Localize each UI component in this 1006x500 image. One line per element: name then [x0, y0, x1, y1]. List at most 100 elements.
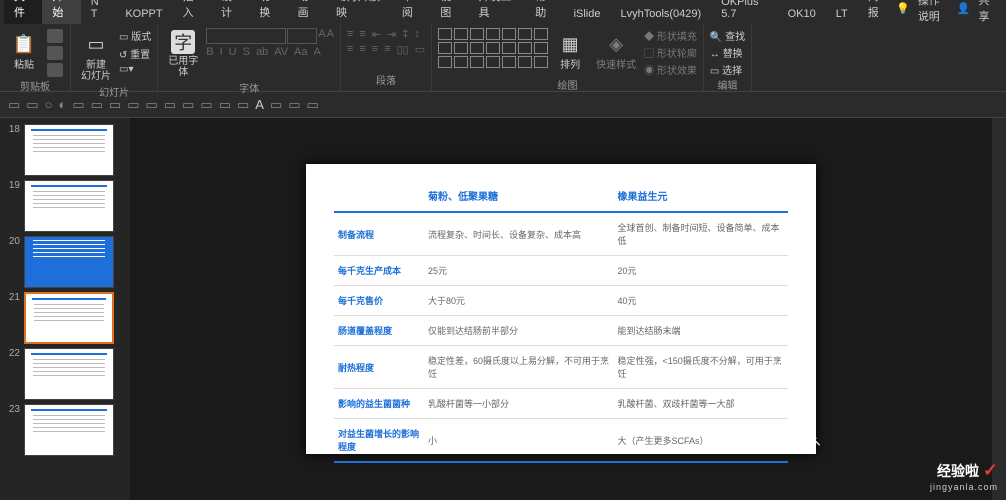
align-left-icon[interactable]: ≡ — [347, 43, 353, 56]
bold-icon[interactable]: B — [206, 46, 213, 58]
reset-button[interactable]: ↺ 重置 — [119, 46, 151, 61]
qt-icon[interactable]: ▭ — [91, 97, 103, 113]
format-painter-icon[interactable] — [47, 63, 63, 77]
underline-icon[interactable]: U — [229, 46, 237, 58]
tab-help[interactable]: 帮助 — [525, 0, 563, 24]
tab-slideshow[interactable]: 幻灯片放映 — [326, 0, 392, 24]
section-button[interactable]: ▭▾ — [119, 64, 151, 75]
qt-icon[interactable]: ▭ — [146, 97, 158, 113]
used-font-button[interactable]: 字 已用字 体 — [164, 28, 202, 80]
vertical-scrollbar[interactable] — [992, 118, 1006, 500]
qt-icon[interactable]: ◐ — [58, 97, 66, 112]
thumb-preview[interactable] — [24, 236, 114, 288]
thumb-item[interactable]: 20 — [0, 234, 130, 290]
paste-button[interactable]: 📋 粘贴 — [6, 28, 42, 73]
smartart-icon[interactable]: ▭ — [415, 43, 425, 56]
slide-canvas[interactable]: 菊粉、低聚果糖橡果益生元 制备流程流程复杂、时间长、设备复杂、成本高全球首创、制… — [130, 118, 992, 500]
tab-koppt[interactable]: KOPPT — [115, 4, 172, 24]
align-right-icon[interactable]: ≡ — [372, 43, 378, 56]
decrease-font-icon[interactable]: A — [327, 28, 334, 44]
tab-islide[interactable]: iSlide — [564, 4, 611, 24]
shape-outline-button[interactable]: ▢ 形状轮廓 — [644, 45, 697, 60]
find-button[interactable]: 🔍 查找 — [710, 28, 745, 43]
tab-lvyh[interactable]: LvyhTools(0429) — [610, 4, 711, 24]
shadow-icon[interactable]: ab — [256, 46, 268, 58]
shape-effects-button[interactable]: ◉ 形状效果 — [644, 62, 697, 77]
tab-start[interactable]: 开始 — [42, 0, 80, 24]
strike-icon[interactable]: S — [243, 46, 250, 58]
case-icon[interactable]: Aa — [294, 46, 307, 58]
qt-icon[interactable]: ▭ — [200, 97, 212, 113]
new-slide-button[interactable]: ▭ 新建 幻灯片 — [77, 28, 115, 84]
thumb-preview[interactable] — [24, 292, 114, 344]
shape-fill-button[interactable]: ◆ 形状填充 — [644, 28, 697, 43]
row-header: 制备流程 — [334, 212, 424, 256]
tab-dev[interactable]: 开发工具 — [469, 0, 526, 24]
thumb-preview[interactable] — [24, 348, 114, 400]
arrange-button[interactable]: ▦ 排列 — [552, 28, 588, 73]
qt-icon[interactable]: ▭ — [72, 97, 84, 113]
replace-button[interactable]: ↔ 替换 — [710, 45, 745, 60]
font-name-input[interactable] — [206, 28, 286, 44]
tab-transition[interactable]: 切换 — [249, 0, 287, 24]
qt-icon[interactable]: ▭ — [8, 97, 20, 113]
thumb-item[interactable]: 21 — [0, 290, 130, 346]
cell: 流程复杂、时间长、设备复杂、成本高 — [424, 212, 614, 256]
row-header: 对益生菌增长的影响程度 — [334, 419, 424, 463]
thumb-item[interactable]: 23 — [0, 402, 130, 458]
shapes-gallery[interactable] — [438, 28, 548, 68]
qt-icon[interactable]: ▭ — [270, 97, 282, 113]
qt-icon[interactable]: ▭ — [237, 97, 249, 113]
align-center-icon[interactable]: ≡ — [359, 43, 365, 56]
tab-nt[interactable]: N T — [81, 0, 116, 24]
spacing-icon[interactable]: AV — [274, 46, 288, 58]
qt-icon[interactable]: ▭ — [182, 97, 194, 113]
tab-design[interactable]: 设计 — [211, 0, 249, 24]
tab-brief[interactable]: 简报 — [858, 0, 896, 24]
increase-font-icon[interactable]: A — [318, 28, 325, 44]
bullets-icon[interactable]: ≡ — [347, 28, 353, 41]
text-dir-icon[interactable]: ↕ — [414, 28, 420, 41]
qt-icon[interactable]: ▭ — [109, 97, 121, 113]
thumb-preview[interactable] — [24, 124, 114, 176]
tab-file[interactable]: 文件 — [4, 0, 42, 24]
qt-icon[interactable]: A — [255, 97, 264, 112]
share-label[interactable]: 共享 — [979, 0, 995, 24]
qt-icon[interactable]: ▭ — [307, 97, 319, 113]
tab-view[interactable]: 视图 — [430, 0, 468, 24]
thumb-item[interactable]: 22 — [0, 346, 130, 402]
indent-inc-icon[interactable]: ⇥ — [387, 28, 396, 41]
select-button[interactable]: ▭ 选择 — [710, 62, 745, 77]
qt-icon[interactable]: ▭ — [127, 97, 139, 113]
indent-dec-icon[interactable]: ⇤ — [372, 28, 381, 41]
thumb-item[interactable]: 18 — [0, 122, 130, 178]
cut-icon[interactable] — [47, 29, 63, 43]
justify-icon[interactable]: ≡ — [384, 43, 390, 56]
tab-lt[interactable]: LT — [826, 4, 858, 24]
qt-icon[interactable]: ▭ — [26, 97, 38, 113]
thumb-preview[interactable] — [24, 180, 114, 232]
columns-icon[interactable]: ▯▯ — [397, 43, 409, 56]
qt-icon[interactable]: ▭ — [164, 97, 176, 113]
ops-label[interactable]: 操作说明 — [918, 0, 949, 24]
copy-icon[interactable] — [47, 46, 63, 60]
line-spacing-icon[interactable]: ‡ — [402, 28, 408, 41]
tab-anim[interactable]: 动画 — [288, 0, 326, 24]
font-color-icon[interactable]: A — [314, 46, 321, 58]
thumb-number: 19 — [6, 180, 20, 191]
numbering-icon[interactable]: ≡ — [359, 28, 365, 41]
table-header: 菊粉、低聚果糖 — [424, 182, 614, 212]
italic-icon[interactable]: I — [220, 46, 223, 58]
tab-insert[interactable]: 插入 — [173, 0, 211, 24]
thumb-item[interactable]: 19 — [0, 178, 130, 234]
qt-icon[interactable]: ▭ — [288, 97, 300, 113]
thumb-preview[interactable] — [24, 404, 114, 456]
qt-icon[interactable]: ▭ — [219, 97, 231, 113]
qt-icon[interactable]: ○ — [45, 97, 53, 112]
font-size-input[interactable] — [287, 28, 317, 44]
quick-style-button[interactable]: ◈ 快速样式 — [592, 28, 640, 73]
tab-review[interactable]: 审阅 — [392, 0, 430, 24]
layout-button[interactable]: ▭ 版式 — [119, 28, 151, 43]
tab-ok10[interactable]: OK10 — [778, 4, 826, 24]
tab-okplus[interactable]: OKPlus 5.7 — [711, 0, 777, 24]
